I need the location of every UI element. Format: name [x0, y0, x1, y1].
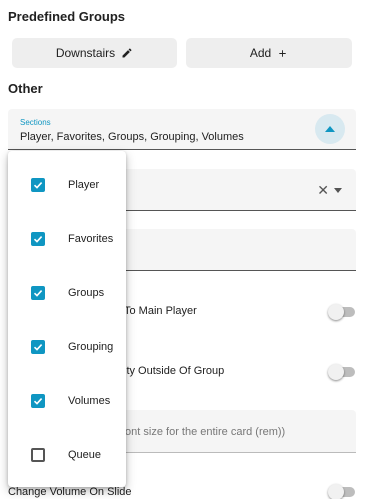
- checkbox-unchecked-icon[interactable]: [31, 448, 45, 462]
- font-size-hint: font size for the entire card (rem)): [122, 426, 286, 438]
- sections-field-value: Player, Favorites, Groups, Grouping, Vol…: [20, 131, 244, 143]
- checkbox-checked-icon[interactable]: [31, 178, 45, 192]
- sections-option-queue[interactable]: Queue: [8, 428, 126, 482]
- sections-option-volumes[interactable]: Volumes: [8, 374, 126, 428]
- plus-icon: [277, 48, 288, 59]
- checkbox-checked-icon[interactable]: [31, 286, 45, 300]
- option-label: Queue: [68, 449, 102, 461]
- chevron-up-icon[interactable]: [315, 114, 345, 144]
- checkbox-checked-icon[interactable]: [31, 394, 45, 408]
- sections-option-grouping[interactable]: Grouping: [8, 320, 126, 374]
- sections-option-groups[interactable]: Groups: [8, 266, 126, 320]
- change-volume-on-slide-toggle[interactable]: [328, 484, 355, 499]
- sections-field-label: Sections: [20, 118, 51, 127]
- main-player-toggle-label: To Main Player: [124, 305, 197, 317]
- predefined-groups-title: Predefined Groups: [8, 9, 126, 24]
- main-player-toggle[interactable]: [328, 304, 355, 320]
- other-section-title: Other: [8, 81, 43, 96]
- toggle-knob: [328, 304, 344, 320]
- option-label: Groups: [68, 287, 105, 299]
- change-volume-on-slide-label: Change Volume On Slide: [8, 486, 132, 498]
- sections-option-favorites[interactable]: Favorites: [8, 212, 126, 266]
- option-label: Player: [68, 179, 100, 191]
- dropdown-arrow-icon[interactable]: [334, 188, 342, 193]
- sections-option-player[interactable]: Player: [8, 158, 126, 212]
- pencil-icon: [121, 47, 133, 59]
- toggle-knob: [328, 364, 344, 380]
- outside-group-toggle[interactable]: [328, 364, 355, 380]
- add-button-label: Add: [249, 46, 272, 60]
- add-group-button[interactable]: Add: [186, 38, 352, 68]
- option-label: Grouping: [68, 341, 114, 353]
- sections-dropdown-menu: Player Favorites Groups Grouping Volumes…: [8, 151, 126, 487]
- checkbox-checked-icon[interactable]: [31, 232, 45, 246]
- option-label: Favorites: [68, 233, 114, 245]
- option-label: Volumes: [68, 395, 111, 407]
- downstairs-group-button[interactable]: Downstairs: [12, 38, 177, 68]
- sections-multiselect[interactable]: Sections Player, Favorites, Groups, Grou…: [8, 109, 356, 150]
- downstairs-button-label: Downstairs: [55, 46, 116, 60]
- clear-icon[interactable]: ✕: [317, 183, 329, 197]
- checkbox-checked-icon[interactable]: [31, 340, 45, 354]
- toggle-knob: [328, 484, 344, 499]
- outside-group-toggle-label: ity Outside Of Group: [124, 365, 225, 377]
